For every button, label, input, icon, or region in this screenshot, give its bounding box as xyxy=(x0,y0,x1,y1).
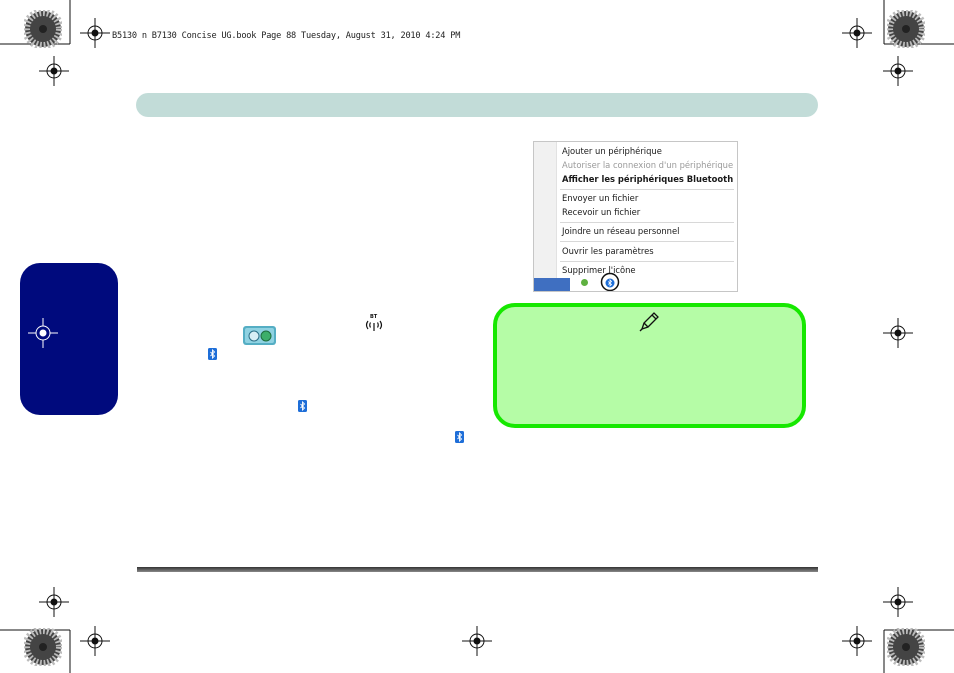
printer-starburst-icon xyxy=(887,628,925,666)
bluetooth-tray-icon[interactable] xyxy=(600,272,620,292)
printer-starburst-icon xyxy=(24,10,62,48)
menu-item-show-devices[interactable]: Afficher les périphériques Bluetooth xyxy=(562,174,733,184)
menu-item-open-settings[interactable]: Ouvrir les paramètres xyxy=(562,246,654,256)
menu-item-add-device[interactable]: Ajouter un périphérique xyxy=(562,146,662,156)
menu-item-remove-icon[interactable]: Supprimer l'icône xyxy=(562,265,636,275)
printer-starburst-icon xyxy=(887,10,925,48)
taskbar xyxy=(534,278,570,291)
crosshair-icon xyxy=(80,626,110,656)
menu-item-receive-file[interactable]: Recevoir un fichier xyxy=(562,207,640,217)
menu-item-send-file[interactable]: Envoyer un fichier xyxy=(562,193,638,203)
bluetooth-context-menu: Ajouter un périphérique Autoriser la con… xyxy=(533,141,738,292)
menu-item-join-pan[interactable]: Joindre un réseau personnel xyxy=(562,226,679,236)
print-marks xyxy=(0,0,954,673)
menu-separator xyxy=(560,241,734,242)
bluetooth-icon xyxy=(208,348,217,360)
crosshair-icon xyxy=(39,587,69,617)
crosshair-icon xyxy=(842,18,872,48)
crosshair-icon xyxy=(883,56,913,86)
crosshair-icon xyxy=(39,56,69,86)
crosshair-icon xyxy=(462,626,492,656)
crosshair-icon xyxy=(883,587,913,617)
menu-icon-gutter xyxy=(534,142,557,291)
bluetooth-wifi-switch-icon xyxy=(243,326,276,345)
crosshair-icon xyxy=(80,18,110,48)
bluetooth-icon xyxy=(298,400,307,412)
menu-separator xyxy=(560,222,734,223)
tray-status-icon xyxy=(581,279,588,286)
crosshair-icon xyxy=(883,318,913,348)
menu-item-allow-connection[interactable]: Autoriser la connexion d'un périphérique xyxy=(562,160,733,170)
pencil-icon xyxy=(639,312,659,332)
bluetooth-module-led-icon: BT xyxy=(365,314,383,332)
printer-starburst-icon xyxy=(24,628,62,666)
bluetooth-icon xyxy=(455,431,464,443)
crosshair-icon xyxy=(842,626,872,656)
crosshair-icon xyxy=(28,318,58,348)
menu-separator xyxy=(560,261,734,262)
tray-area xyxy=(570,278,737,291)
menu-separator xyxy=(560,189,734,190)
